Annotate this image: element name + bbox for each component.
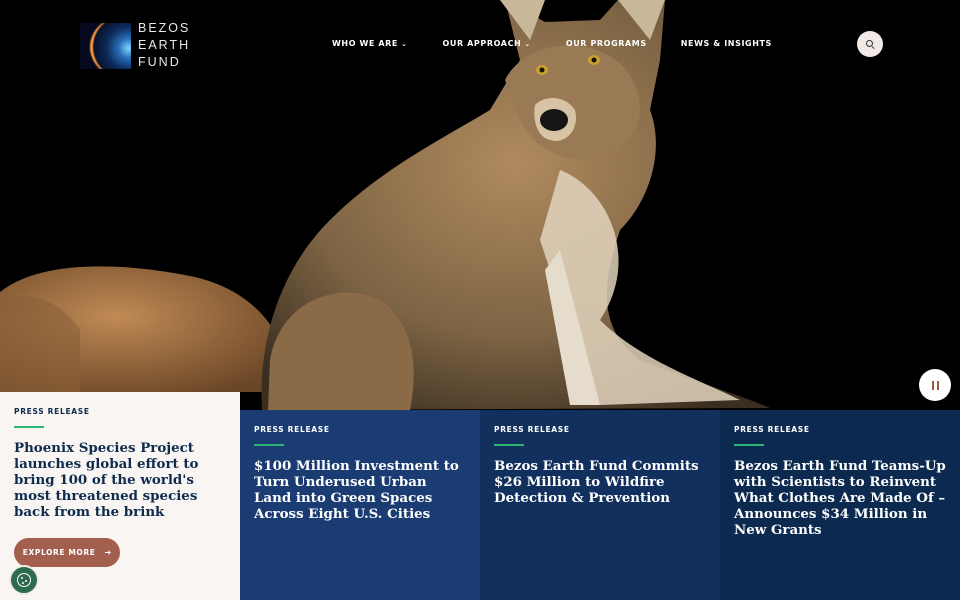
nav-item-our-approach[interactable]: OUR APPROACH ⌄ (442, 39, 530, 48)
chevron-down-icon: ⌄ (524, 39, 531, 48)
explore-more-button[interactable]: EXPLORE MORE ➔ (14, 538, 120, 567)
accent-rule (494, 444, 524, 446)
search-button[interactable] (857, 31, 883, 57)
brand-name: BEZOS EARTH FUND (138, 20, 190, 71)
card-headline[interactable]: Bezos Earth Fund Commits $26 Million to … (494, 458, 708, 506)
nav-item-our-programs[interactable]: OUR PROGRAMS (566, 39, 647, 48)
nav-label: WHO WE ARE (332, 39, 398, 48)
pause-button[interactable] (919, 369, 951, 401)
card-label: PRESS RELEASE (734, 425, 810, 434)
cookie-icon (17, 573, 31, 587)
accent-rule (734, 444, 764, 446)
brand-line-1: BEZOS (138, 21, 191, 35)
cookie-settings-button[interactable] (9, 565, 39, 595)
news-card[interactable]: PRESS RELEASE $100 Million Investment to… (240, 410, 480, 600)
card-label: PRESS RELEASE (254, 425, 330, 434)
nav-label: OUR APPROACH (442, 39, 522, 48)
earth-logo-icon (80, 22, 131, 69)
search-icon (865, 39, 875, 49)
main-nav: WHO WE ARE ⌄ OUR APPROACH ⌄ OUR PROGRAMS… (332, 39, 772, 48)
nav-label: OUR PROGRAMS (565, 39, 647, 48)
featured-headline[interactable]: Phoenix Species Project launches global … (14, 440, 226, 520)
brand-line-3: FUND (138, 55, 181, 69)
nav-label: NEWS & INSIGHTS (680, 39, 772, 48)
button-label: EXPLORE MORE (22, 548, 96, 557)
arrow-right-icon: ➔ (104, 548, 112, 557)
pause-icon-bar (931, 380, 934, 390)
accent-rule (14, 426, 44, 428)
nav-item-news-insights[interactable]: NEWS & INSIGHTS (681, 39, 772, 48)
chevron-down-icon: ⌄ (401, 39, 408, 48)
card-label: PRESS RELEASE (494, 425, 570, 434)
brand-line-2: EARTH (138, 38, 191, 52)
card-label: PRESS RELEASE (14, 407, 90, 416)
pause-icon-bar (936, 380, 939, 390)
accent-rule (254, 444, 284, 446)
nav-item-who-we-are[interactable]: WHO WE ARE ⌄ (332, 39, 407, 48)
card-headline[interactable]: Bezos Earth Fund Teams-Up with Scientist… (734, 458, 948, 538)
brand-logo[interactable]: BEZOS EARTH FUND (80, 20, 190, 71)
news-card[interactable]: PRESS RELEASE Bezos Earth Fund Teams-Up … (720, 410, 960, 600)
news-card[interactable]: PRESS RELEASE Bezos Earth Fund Commits $… (480, 410, 720, 600)
featured-card[interactable]: PRESS RELEASE Phoenix Species Project la… (0, 392, 240, 600)
card-headline[interactable]: $100 Million Investment to Turn Underuse… (254, 458, 468, 522)
